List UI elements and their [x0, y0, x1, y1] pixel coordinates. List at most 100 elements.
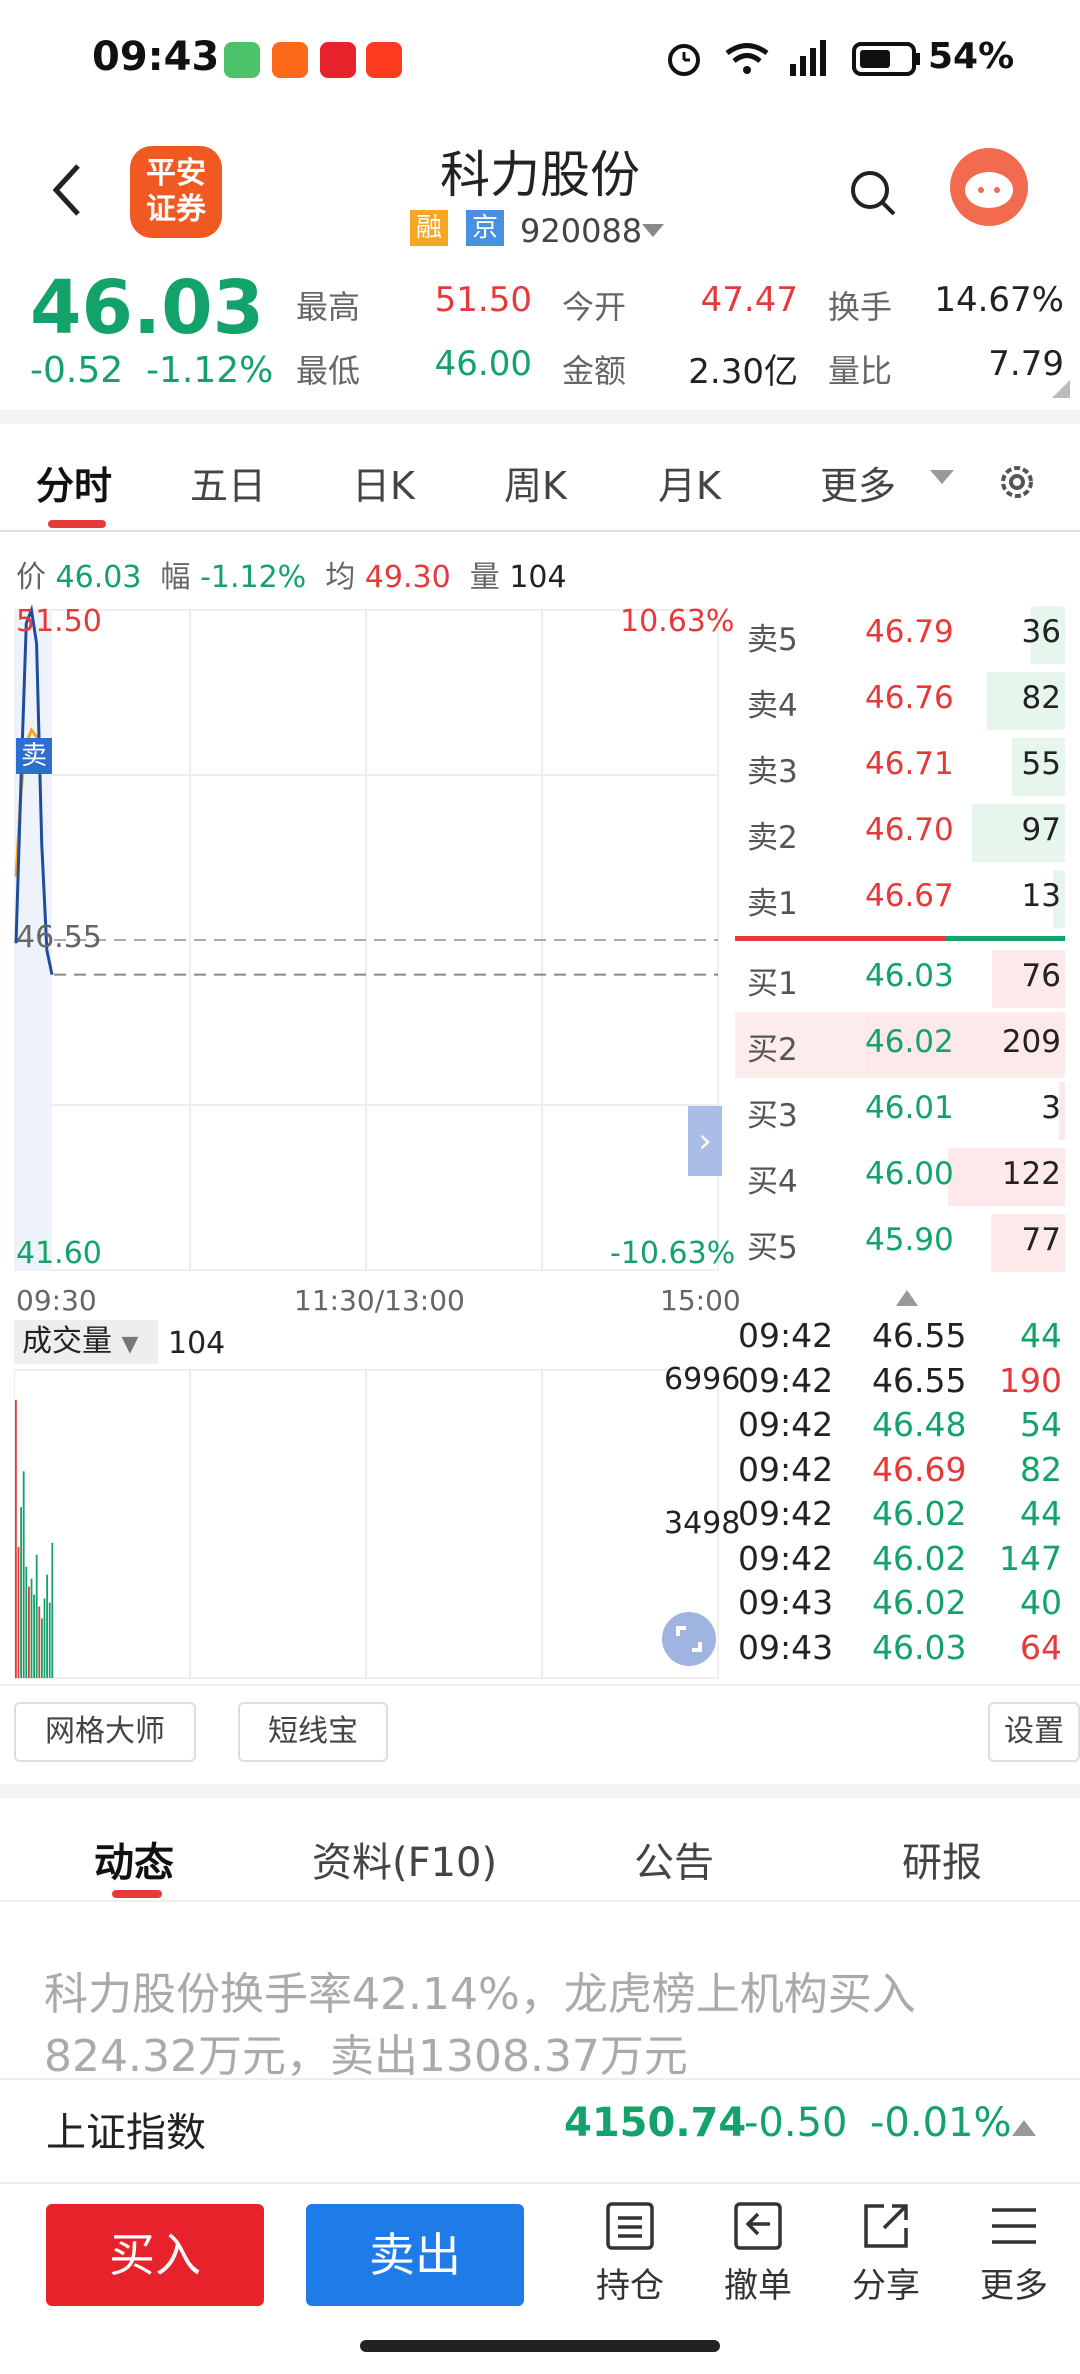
broker-logo: 平安 证券 [130, 146, 222, 238]
trade-price: 46.48 [872, 1405, 967, 1444]
tab-intraday[interactable]: 分时 [36, 455, 112, 510]
search-icon[interactable] [848, 168, 898, 218]
bid-row[interactable]: 买3 46.01 3 [735, 1078, 1065, 1144]
volume-bar [38, 1606, 41, 1678]
scroll-up-icon[interactable] [896, 1290, 918, 1306]
trade-time: 09:42 [738, 1405, 834, 1444]
ask-row[interactable]: 卖1 46.67 13 [735, 866, 1065, 932]
share-button[interactable]: 分享 [836, 2200, 936, 2307]
trade-time: 09:42 [738, 1494, 834, 1533]
corner-expand-icon[interactable] [1052, 380, 1070, 398]
clock: 09:43 [92, 34, 220, 80]
trade-volume: 147 [999, 1538, 1062, 1578]
ask-row[interactable]: 卖5 46.79 36 [735, 602, 1065, 668]
trade-time: 09:42 [738, 1316, 834, 1355]
caret-down-icon[interactable] [930, 470, 954, 484]
divider [0, 410, 1080, 424]
tab-f10[interactable]: 资料(F10) [312, 1830, 497, 1888]
sell-marker[interactable]: 卖 [16, 738, 52, 774]
volume-ratio-value: 7.79 [988, 344, 1064, 384]
order-level-label: 买5 [747, 1230, 798, 1266]
gear-icon[interactable] [995, 460, 1039, 504]
volume-bar [46, 1574, 48, 1678]
index-value: 4150.74 [564, 2100, 747, 2146]
stock-code[interactable]: 920088 [520, 212, 642, 250]
order-price: 45.90 [865, 1222, 954, 1258]
tab-announcements[interactable]: 公告 [634, 1830, 714, 1888]
bid-row[interactable]: 买2 46.02 209 [735, 1012, 1065, 1078]
chevron-down-icon[interactable] [642, 224, 664, 237]
current-price: 46.03 [30, 265, 265, 351]
holdings-icon [606, 2202, 654, 2250]
trade-price: 46.55 [872, 1316, 967, 1355]
order-volume: 122 [1001, 1156, 1061, 1192]
trade-time: 09:42 [738, 1538, 834, 1578]
order-level-label: 卖3 [747, 754, 798, 790]
news-headline[interactable]: 科力股份换手率42.14%，龙虎榜上机构买入824.32万元，卖出1308.37… [44, 1964, 1044, 2088]
tab-five-day[interactable]: 五日 [190, 455, 266, 510]
bid-row[interactable]: 买4 46.00 122 [735, 1144, 1065, 1210]
order-volume: 55 [1021, 746, 1061, 782]
tab-monthly-k[interactable]: 月K [658, 455, 721, 510]
intraday-chart[interactable] [14, 600, 732, 1680]
tab-more[interactable]: 更多 [820, 455, 896, 510]
ask-row[interactable]: 卖4 46.76 82 [735, 668, 1065, 734]
volume-bar [43, 1598, 46, 1678]
amount-label: 金额 [562, 352, 627, 390]
order-volume: 82 [1021, 680, 1061, 716]
buy-button[interactable]: 买入 [46, 2204, 264, 2306]
settings-button[interactable]: 设置 [988, 1702, 1080, 1762]
order-price: 46.00 [865, 1156, 954, 1192]
wifi-icon [725, 43, 769, 74]
divider [0, 1684, 1080, 1686]
volume-bar [15, 1400, 17, 1678]
order-level-label: 卖5 [747, 622, 798, 658]
short-line-button[interactable]: 短线宝 [238, 1702, 388, 1762]
holdings-button[interactable]: 持仓 [580, 2200, 680, 2307]
orderbook-split-green [945, 936, 1065, 941]
tab-daily-k[interactable]: 日K [352, 455, 415, 510]
shopping-app-icon [272, 42, 308, 78]
grid-master-button[interactable]: 网格大师 [14, 1702, 196, 1762]
info-vol-label: 量 [469, 560, 500, 595]
bid-row[interactable]: 买1 46.03 76 [735, 946, 1065, 1012]
order-volume: 97 [1021, 812, 1061, 848]
expand-orderbook-icon[interactable]: › [688, 1106, 722, 1176]
tab-news[interactable]: 动态 [94, 1830, 174, 1888]
info-range-label: 幅 [160, 560, 191, 595]
fullscreen-button[interactable] [662, 1612, 716, 1666]
menu-icon [992, 2208, 1036, 2244]
more-button[interactable]: 更多 [964, 2200, 1064, 2307]
tab-weekly-k[interactable]: 周K [504, 455, 567, 510]
taobao-app-icon [366, 42, 402, 78]
tab-research[interactable]: 研报 [902, 1830, 982, 1888]
chevron-up-icon[interactable] [1012, 2120, 1036, 2136]
y-axis-bottom-label: 41.60 [16, 1236, 102, 1271]
trade-price: 46.02 [872, 1538, 967, 1578]
order-volume: 3 [1041, 1090, 1061, 1126]
ask-row[interactable]: 卖3 46.71 55 [735, 734, 1065, 800]
trade-price: 46.02 [872, 1583, 967, 1622]
y-axis-top-label: 51.50 [16, 604, 102, 639]
indicator-select[interactable]: 成交量 ▼ [14, 1320, 158, 1364]
order-price: 46.79 [865, 614, 954, 650]
volume-bar [28, 1586, 30, 1678]
cancel-order-button[interactable]: 撤单 [708, 2200, 808, 2307]
bid-row[interactable]: 买5 45.90 77 [735, 1210, 1065, 1276]
price-change-percent: -1.12% [146, 350, 274, 391]
messages-app-icon [224, 42, 260, 78]
order-price: 46.01 [865, 1090, 954, 1126]
assistant-avatar[interactable] [950, 148, 1028, 226]
back-arrow-icon[interactable] [48, 160, 88, 220]
stock-name: 科力股份 [440, 146, 640, 204]
volume-bar [51, 1542, 54, 1678]
order-volume: 76 [1021, 958, 1061, 994]
robot-face-icon [965, 172, 1013, 208]
home-indicator [360, 2340, 720, 2352]
ask-row[interactable]: 卖2 46.70 97 [735, 800, 1065, 866]
trade-volume: 64 [1020, 1627, 1062, 1667]
trade-time: 09:43 [738, 1583, 834, 1622]
crosshair-info-row: 价 46.03 幅 -1.12% 均 49.30 量 104 [16, 552, 567, 596]
active-tab-indicator [112, 1890, 162, 1898]
sell-button[interactable]: 卖出 [306, 2204, 524, 2306]
